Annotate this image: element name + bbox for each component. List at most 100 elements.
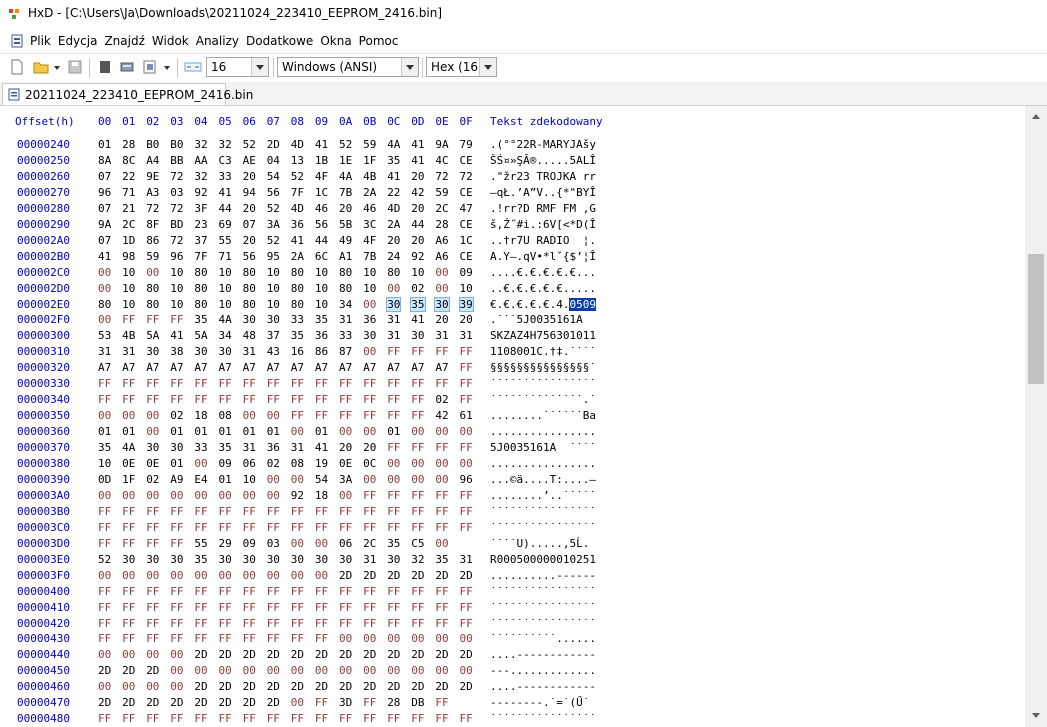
hex-byte[interactable]: 2D — [411, 680, 424, 693]
hex-byte[interactable]: FF — [146, 521, 159, 534]
hex-byte[interactable]: 00 — [411, 457, 424, 470]
hex-byte[interactable]: 35 — [291, 329, 304, 342]
hex-byte[interactable]: 30 — [194, 345, 207, 358]
hex-byte[interactable]: CE — [460, 218, 473, 231]
hex-byte[interactable]: FF — [315, 505, 328, 518]
hex-byte[interactable]: FF — [146, 505, 159, 518]
hex-byte[interactable]: A7 — [170, 361, 183, 374]
hex-byte[interactable]: 87 — [339, 345, 352, 358]
decoded-text[interactable]: ...©ä....T:....– — [490, 473, 596, 486]
hex-byte[interactable]: FF — [267, 585, 280, 598]
hex-byte[interactable]: 00 — [170, 680, 183, 693]
hex-byte[interactable]: 2D — [411, 569, 424, 582]
hex-byte[interactable]: 00 — [170, 489, 183, 502]
hex-byte[interactable]: FF — [460, 393, 473, 406]
hex-byte[interactable]: 00 — [146, 266, 159, 279]
hex-byte[interactable]: 30 — [291, 553, 304, 566]
hex-byte[interactable]: FF — [363, 617, 376, 630]
hex-byte[interactable]: 19 — [315, 457, 328, 470]
hex-byte[interactable]: FF — [363, 505, 376, 518]
hex-byte[interactable]: 98 — [122, 250, 135, 263]
hex-byte[interactable]: 2D — [98, 696, 111, 709]
hex-byte[interactable]: 31 — [339, 313, 352, 326]
hex-byte[interactable]: 0E — [339, 457, 352, 470]
hex-byte[interactable]: 79 — [460, 138, 473, 151]
hex-byte[interactable]: FF — [339, 601, 352, 614]
hex-byte[interactable]: 96 — [98, 186, 111, 199]
hex-byte[interactable]: FF — [267, 393, 280, 406]
hex-byte[interactable]: 00 — [194, 664, 207, 677]
hex-byte[interactable]: 80 — [339, 266, 352, 279]
hex-byte[interactable]: 61 — [460, 409, 473, 422]
hex-byte[interactable]: 30 — [363, 329, 376, 342]
hex-byte[interactable]: 00 — [435, 537, 448, 550]
open-folder-icon[interactable] — [32, 58, 50, 76]
ram-dropdown-icon[interactable] — [162, 58, 172, 76]
hex-byte[interactable]: FF — [387, 617, 400, 630]
hex-byte[interactable]: FF — [122, 537, 135, 550]
hex-byte[interactable]: 00 — [98, 313, 111, 326]
hex-byte[interactable]: 94 — [243, 186, 256, 199]
hex-byte[interactable]: 7F — [291, 186, 304, 199]
hex-byte[interactable]: FF — [291, 617, 304, 630]
hex-byte[interactable]: 2D — [339, 648, 352, 661]
hex-byte[interactable]: A4 — [146, 154, 159, 167]
hex-byte[interactable]: A7 — [219, 361, 232, 374]
hex-byte[interactable]: 00 — [387, 282, 400, 295]
hex-byte[interactable]: 31 — [291, 441, 304, 454]
hex-byte[interactable]: FF — [339, 393, 352, 406]
hex-byte[interactable]: 10 — [219, 298, 232, 311]
hex-byte[interactable]: FF — [315, 393, 328, 406]
hex-byte[interactable]: 20 — [411, 202, 424, 215]
decoded-text[interactable]: ....------------ — [490, 680, 596, 693]
menu-plik[interactable]: Plik — [30, 34, 51, 48]
hex-byte[interactable]: 52 — [291, 170, 304, 183]
hex-byte[interactable]: 36 — [363, 313, 376, 326]
hex-byte[interactable]: 54 — [315, 473, 328, 486]
hex-byte[interactable]: 2D — [267, 138, 280, 151]
hex-byte[interactable]: 96 — [460, 473, 473, 486]
hex-byte[interactable]: 00 — [122, 569, 135, 582]
hex-byte[interactable]: FF — [98, 585, 111, 598]
hex-byte[interactable]: FF — [194, 601, 207, 614]
hex-byte[interactable]: FF — [387, 601, 400, 614]
hex-byte[interactable]: 07 — [98, 234, 111, 247]
hex-byte[interactable]: 1E — [339, 154, 352, 167]
hex-byte[interactable]: 2D — [194, 680, 207, 693]
hex-byte[interactable]: FF — [460, 601, 473, 614]
menu-okna[interactable]: Okna — [320, 34, 351, 48]
hex-byte[interactable]: FF — [435, 505, 448, 518]
hex-byte[interactable]: FF — [339, 505, 352, 518]
hex-byte[interactable]: FF — [122, 601, 135, 614]
hex-byte[interactable]: 00 — [243, 489, 256, 502]
hex-byte[interactable]: 33 — [291, 313, 304, 326]
hex-byte[interactable]: FF — [291, 393, 304, 406]
hex-byte[interactable]: 2D — [219, 648, 232, 661]
hex-byte[interactable]: FF — [243, 632, 256, 645]
hex-byte[interactable]: FF — [363, 585, 376, 598]
hex-byte[interactable]: FF — [122, 712, 135, 725]
hex-byte[interactable]: 46 — [363, 202, 376, 215]
hex-byte[interactable]: FF — [267, 632, 280, 645]
menu-widok[interactable]: Widok — [152, 34, 189, 48]
hex-byte[interactable]: 00 — [291, 473, 304, 486]
hex-byte[interactable]: 00 — [146, 569, 159, 582]
decoded-text[interactable]: ................ — [490, 425, 596, 438]
decoded-text[interactable]: ....€.€.€.€.€... — [490, 266, 596, 279]
hex-byte[interactable]: 10 — [267, 282, 280, 295]
hex-byte[interactable]: 96 — [170, 250, 183, 263]
hex-byte[interactable]: 20 — [387, 234, 400, 247]
hex-byte[interactable]: 00 — [315, 569, 328, 582]
hex-byte[interactable]: 00 — [363, 425, 376, 438]
hex-byte[interactable]: A7 — [291, 361, 304, 374]
hex-byte[interactable]: FF — [387, 441, 400, 454]
hex-byte[interactable]: 00 — [435, 282, 448, 295]
hex-byte[interactable]: 72 — [460, 170, 473, 183]
hex-byte[interactable]: 01 — [194, 425, 207, 438]
hex-byte[interactable]: 2D — [460, 648, 473, 661]
hex-byte[interactable]: A7 — [146, 361, 159, 374]
hex-byte[interactable]: 00 — [411, 632, 424, 645]
hex-byte[interactable]: 41 — [315, 138, 328, 151]
hex-byte[interactable]: 28 — [435, 218, 448, 231]
hex-byte[interactable]: FF — [170, 632, 183, 645]
